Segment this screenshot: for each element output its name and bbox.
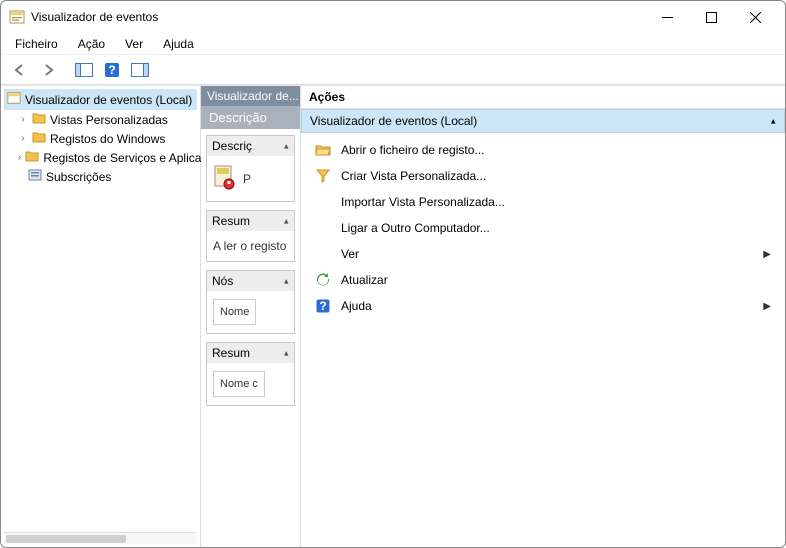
action-create-custom-view[interactable]: Criar Vista Personalizada... xyxy=(301,163,785,189)
tree-root-label: Visualizador de eventos (Local) xyxy=(25,93,192,107)
book-icon xyxy=(213,164,237,193)
maximize-button[interactable] xyxy=(689,4,733,30)
detail-header: Descrição xyxy=(201,106,300,129)
actions-context-label: Visualizador de eventos (Local) xyxy=(310,114,477,128)
actions-list: Abrir o ficheiro de registo... Criar Vis… xyxy=(301,133,785,323)
tree-item-label: Registos do Windows xyxy=(50,132,165,146)
action-label: Criar Vista Personalizada... xyxy=(341,169,486,183)
action-label: Importar Vista Personalizada... xyxy=(341,195,505,209)
subscriptions-icon xyxy=(28,169,42,184)
folder-icon xyxy=(32,112,46,127)
svg-text:?: ? xyxy=(319,299,326,313)
card-title: Resum xyxy=(212,214,250,228)
card-header[interactable]: Nós ▾ xyxy=(207,271,294,291)
toolbar: ? xyxy=(1,55,785,85)
tree-item-custom-views[interactable]: › Vistas Personalizadas xyxy=(4,110,197,129)
action-import-custom-view[interactable]: Importar Vista Personalizada... xyxy=(301,189,785,215)
back-button[interactable] xyxy=(7,58,33,82)
actions-context-header[interactable]: Visualizador de eventos (Local) ▾ xyxy=(301,109,785,133)
detail-tab[interactable]: Visualizador de... xyxy=(201,86,300,106)
card-title: Resum xyxy=(212,346,250,360)
action-view-submenu[interactable]: Ver ▶ xyxy=(301,241,785,267)
action-help-submenu[interactable]: ? Ajuda ▶ xyxy=(301,293,785,319)
tree-item-app-service-logs[interactable]: › Registos de Serviços e Aplicações xyxy=(4,148,197,167)
action-label: Abrir o ficheiro de registo... xyxy=(341,143,484,157)
collapse-icon: ▾ xyxy=(284,141,289,152)
column-header[interactable]: Nome xyxy=(213,299,256,325)
expand-icon[interactable]: › xyxy=(18,134,28,144)
menu-help[interactable]: Ajuda xyxy=(153,35,204,53)
show-hide-tree-button[interactable] xyxy=(71,58,97,82)
card-header[interactable]: Descriç ▾ xyxy=(207,136,294,156)
horizontal-scrollbar[interactable] xyxy=(4,532,197,544)
card-text: P xyxy=(243,172,251,186)
event-viewer-icon xyxy=(7,91,21,108)
svg-text:?: ? xyxy=(108,63,115,77)
close-button[interactable] xyxy=(733,4,777,30)
card-title: Nós xyxy=(212,274,233,288)
detail-body: Descriç ▾ P Resum ▾ A ler o registo xyxy=(201,129,300,547)
tree-item-label: Vistas Personalizadas xyxy=(50,113,168,127)
blank-icon xyxy=(315,194,331,210)
card-header[interactable]: Resum ▾ xyxy=(207,343,294,363)
folder-icon xyxy=(25,150,39,165)
folder-open-icon xyxy=(315,142,331,158)
submenu-arrow-icon: ▶ xyxy=(763,301,771,312)
collapse-icon: ▾ xyxy=(284,276,289,287)
tree-root[interactable]: Visualizador de eventos (Local) xyxy=(4,89,197,110)
card-text: A ler o registo xyxy=(213,239,286,253)
detail-pane: Visualizador de... Descrição Descriç ▾ P… xyxy=(201,86,301,547)
action-refresh[interactable]: Atualizar xyxy=(301,267,785,293)
log-summary-card: Resum ▾ Nome c xyxy=(206,342,295,406)
navigation-tree: Visualizador de eventos (Local) › Vistas… xyxy=(1,86,201,547)
window-title: Visualizador de eventos xyxy=(31,10,645,24)
tree-item-label: Registos de Serviços e Aplicações xyxy=(43,151,226,165)
summary-card: Resum ▾ A ler o registo xyxy=(206,210,295,262)
title-bar: Visualizador de eventos xyxy=(1,1,785,33)
help-icon: ? xyxy=(315,298,331,314)
collapse-icon: ▾ xyxy=(284,348,289,359)
actions-pane-title: Ações xyxy=(301,86,785,109)
blank-icon xyxy=(315,220,331,236)
tree-item-label: Subscrições xyxy=(46,170,111,184)
tree-item-windows-logs[interactable]: › Registos do Windows xyxy=(4,129,197,148)
minimize-button[interactable] xyxy=(645,4,689,30)
forward-button[interactable] xyxy=(35,58,61,82)
submenu-arrow-icon: ▶ xyxy=(763,249,771,260)
refresh-icon xyxy=(315,272,331,288)
folder-icon xyxy=(32,131,46,146)
action-open-saved-log[interactable]: Abrir o ficheiro de registo... xyxy=(301,137,785,163)
action-label: Ver xyxy=(341,247,359,261)
card-title: Descriç xyxy=(212,139,252,153)
app-icon xyxy=(9,9,25,25)
menu-action[interactable]: Ação xyxy=(68,35,115,53)
column-header[interactable]: Nome c xyxy=(213,371,265,397)
action-label: Ajuda xyxy=(341,299,372,313)
action-label: Atualizar xyxy=(341,273,388,287)
menu-view[interactable]: Ver xyxy=(115,35,153,53)
action-label: Ligar a Outro Computador... xyxy=(341,221,490,235)
help-button[interactable]: ? xyxy=(99,58,125,82)
filter-icon xyxy=(315,168,331,184)
nodes-card: Nós ▾ Nome xyxy=(206,270,295,334)
menu-bar: Ficheiro Ação Ver Ajuda xyxy=(1,33,785,55)
main-area: Visualizador de eventos (Local) › Vistas… xyxy=(1,85,785,547)
menu-file[interactable]: Ficheiro xyxy=(5,35,68,53)
action-connect-computer[interactable]: Ligar a Outro Computador... xyxy=(301,215,785,241)
actions-pane: Ações Visualizador de eventos (Local) ▾ … xyxy=(301,86,785,547)
collapse-icon: ▾ xyxy=(771,116,776,127)
overview-description-card: Descriç ▾ P xyxy=(206,135,295,202)
expand-icon[interactable]: › xyxy=(18,115,28,125)
show-hide-action-pane-button[interactable] xyxy=(127,58,153,82)
card-header[interactable]: Resum ▾ xyxy=(207,211,294,231)
expand-icon[interactable]: › xyxy=(18,153,21,163)
tree-item-subscriptions[interactable]: Subscrições xyxy=(4,167,197,186)
blank-icon xyxy=(315,246,331,262)
collapse-icon: ▾ xyxy=(284,216,289,227)
